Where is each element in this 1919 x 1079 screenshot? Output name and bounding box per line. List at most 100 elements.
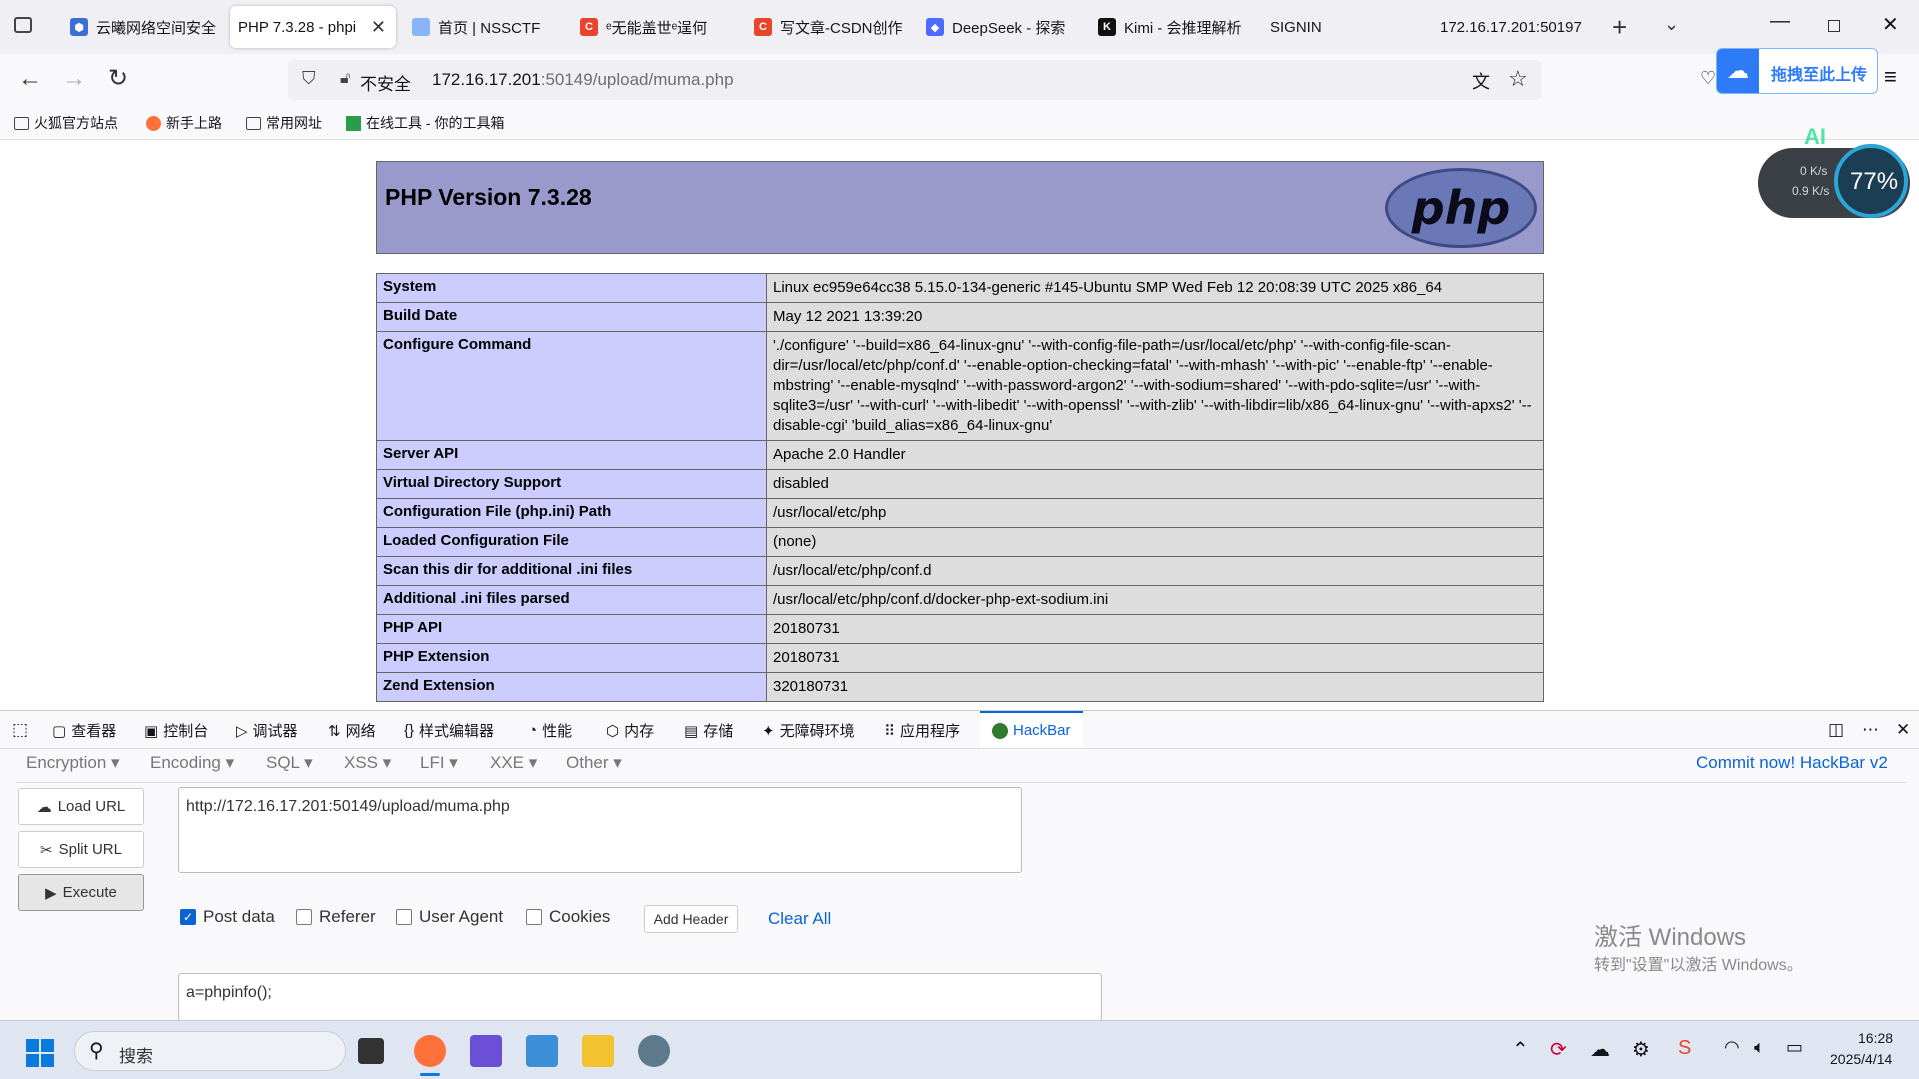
tab-hackbar[interactable]: HackBar (980, 711, 1083, 748)
network-speed-widget[interactable]: 0 K/s 0.9 K/s 77% (1758, 144, 1910, 218)
pocket-icon[interactable]: ♡ (1700, 68, 1716, 89)
bookmark-item[interactable]: 常用网址 (246, 113, 322, 133)
bookmark-star-icon[interactable]: ☆ (1508, 66, 1528, 92)
file-explorer-icon[interactable] (582, 1035, 614, 1067)
csdn-icon: C (754, 18, 772, 36)
minimize-icon[interactable]: — (1770, 10, 1790, 33)
execute-button[interactable]: ▶ Execute (18, 874, 144, 911)
firefox-taskbar-icon[interactable] (414, 1035, 446, 1067)
tab-label: 首页 | NSSCTF (438, 19, 541, 37)
bookmark-item[interactable]: 在线工具 - 你的工具箱 (346, 113, 504, 133)
close-devtools-icon[interactable]: ✕ (1896, 720, 1910, 740)
url-textarea[interactable]: http://172.16.17.201:50149/upload/muma.p… (178, 787, 1022, 873)
bookmark-item[interactable]: 新手上路 (146, 113, 222, 133)
phpinfo-row: Configuration File (php.ini) Path/usr/lo… (376, 498, 1544, 528)
tab-deepseek[interactable]: ◆ DeepSeek - 探索 (918, 6, 1078, 48)
tab-nssctf[interactable]: 首页 | NSSCTF (404, 6, 564, 48)
phpinfo-key: Loaded Configuration File (376, 527, 767, 557)
forward-icon[interactable]: → (62, 66, 86, 92)
phpinfo-value: /usr/local/etc/php/conf.d/docker-php-ext… (766, 585, 1544, 615)
reload-icon[interactable]: ↻ (108, 66, 128, 92)
hackbar-icon (992, 722, 1008, 739)
tab-list-icon[interactable] (14, 17, 32, 33)
menu-xss[interactable]: XSS ▾ (344, 753, 391, 773)
tab-inspector[interactable]: ▢ 查看器 (52, 720, 116, 741)
tab-signin[interactable]: SIGNIN (1262, 6, 1422, 48)
close-tab-icon[interactable]: ✕ (371, 17, 386, 38)
tab-console[interactable]: ▣ 控制台 (144, 720, 208, 741)
bookmark-item[interactable]: 火狐官方站点 (14, 113, 118, 133)
phpinfo-value: disabled (766, 469, 1544, 499)
tab-csdn-1[interactable]: C ᵉ无能盖世ᵉ逞何 (572, 6, 742, 48)
cloud-download-icon: ☁ (36, 798, 52, 816)
menu-encryption[interactable]: Encryption ▾ (26, 753, 120, 773)
cookies-checkbox[interactable]: Cookies (526, 907, 610, 927)
checkbox-label: User Agent (419, 907, 504, 926)
tab-performance[interactable]: ◔ 性能 (528, 720, 572, 741)
menu-sql[interactable]: SQL ▾ (266, 753, 313, 773)
upload-label: 拖拽至此上传 (1771, 67, 1868, 84)
clock-time[interactable]: 16:28 (1858, 1030, 1893, 1046)
dock-icon[interactable]: ◫ (1828, 720, 1844, 740)
sogou-icon[interactable]: S (1678, 1037, 1691, 1060)
tab-phpinfo[interactable]: PHP 7.3.28 - phpi ✕ (230, 6, 396, 48)
address-bar[interactable]: ⛉ 🔓︎ 不安全 172.16.17.201:50149/upload/muma… (288, 60, 1542, 100)
tab-storage[interactable]: ▤ 存储 (684, 720, 733, 741)
battery-icon[interactable]: ▭ (1786, 1037, 1803, 1058)
task-view-icon[interactable] (358, 1038, 384, 1064)
wifi-icon[interactable]: ◠ (1724, 1037, 1740, 1058)
menu-encoding[interactable]: Encoding ▾ (150, 753, 234, 773)
user-agent-checkbox[interactable]: User Agent (396, 907, 503, 927)
upload-widget[interactable]: ☁ 拖拽至此上传 (1716, 48, 1878, 94)
cloud-off-icon[interactable]: ☁ (1590, 1037, 1610, 1062)
vs-taskbar-icon[interactable] (470, 1035, 502, 1067)
post-data-checkbox[interactable]: ✓ Post data (180, 907, 275, 927)
element-picker-icon[interactable]: ⬚ (12, 720, 28, 740)
tab-network[interactable]: ⇅ 网络 (328, 720, 376, 741)
back-icon[interactable]: ← (18, 66, 42, 92)
more-options-icon[interactable]: ⋯ (1862, 720, 1879, 740)
load-url-button[interactable]: ☁ Load URL (18, 788, 144, 825)
clock-date[interactable]: 2025/4/14 (1830, 1051, 1892, 1067)
menu-icon[interactable]: ≡ (1884, 64, 1897, 90)
tab-memory[interactable]: ⬡ 内存 (606, 720, 654, 741)
tray-app-icon[interactable]: ⚙ (1632, 1037, 1650, 1062)
commit-link[interactable]: Commit now! HackBar v2 (1696, 753, 1888, 773)
devtools-panel: ⬚ ▢ 查看器 ▣ 控制台 ▷ 调试器 ⇅ 网络 {} 样式编辑器 ◔ 性能 ⬡ 内存 ▤ 存储… (0, 710, 1919, 1021)
chevron-down-icon[interactable]: ⌄ (1664, 14, 1679, 35)
referer-checkbox[interactable]: Referer (296, 907, 376, 927)
menu-lfi[interactable]: LFI ▾ (420, 753, 458, 773)
insecure-lock-icon[interactable]: 🔓︎ (340, 70, 350, 88)
notepad-taskbar-icon[interactable] (526, 1035, 558, 1067)
tab-host[interactable]: 172.16.17.201:50197 (1432, 6, 1592, 48)
tab-yunxi[interactable]: ⬢ 云曦网络空间安全 (62, 6, 222, 48)
phpinfo-header: PHP Version 7.3.28 php (376, 161, 1544, 254)
tab-style-editor[interactable]: {} 样式编辑器 (404, 720, 494, 741)
translate-icon[interactable]: 文 (1472, 68, 1490, 94)
windows-start-icon[interactable] (26, 1039, 54, 1067)
phpinfo-row: System Linux ec959e64cc38 5.15.0-134-gene… (376, 273, 1544, 303)
post-data-textarea[interactable]: a=phpinfo(); (178, 973, 1102, 1021)
new-tab-icon[interactable]: + (1612, 12, 1627, 43)
app-taskbar-icon[interactable] (638, 1035, 670, 1067)
tab-kimi[interactable]: K Kimi - 会推理解析 (1090, 6, 1250, 48)
sync-icon[interactable]: ⟳ (1550, 1037, 1567, 1062)
close-window-icon[interactable]: ✕ (1882, 12, 1899, 37)
menu-other[interactable]: Other ▾ (566, 753, 622, 773)
tab-application[interactable]: ⠿ 应用程序 (884, 720, 960, 741)
tab-csdn-2[interactable]: C 写文章-CSDN创作 (746, 6, 906, 48)
clear-all-link[interactable]: Clear All (768, 909, 831, 929)
menu-xxe[interactable]: XXE ▾ (490, 753, 537, 773)
add-header-button[interactable]: Add Header (644, 905, 738, 933)
tab-debugger[interactable]: ▷ 调试器 (236, 720, 298, 741)
volume-icon[interactable]: 🔈︎ (1754, 1037, 1765, 1058)
taskbar-search[interactable]: ⚲ 搜索 (74, 1031, 346, 1071)
devtools-tab-label: 存储 (703, 723, 734, 740)
tab-accessibility[interactable]: ✦ 无障碍环境 (762, 720, 855, 741)
tab-favicon-icon: ⬢ (70, 18, 88, 36)
phpinfo-row: Virtual Directory Support disabled (376, 469, 1544, 499)
split-url-button[interactable]: ✂ Split URL (18, 831, 144, 868)
devtools-tab-label: HackBar (1013, 722, 1071, 739)
restore-icon[interactable] (1828, 20, 1840, 32)
tray-chevron-icon[interactable]: ⌃ (1512, 1037, 1529, 1062)
